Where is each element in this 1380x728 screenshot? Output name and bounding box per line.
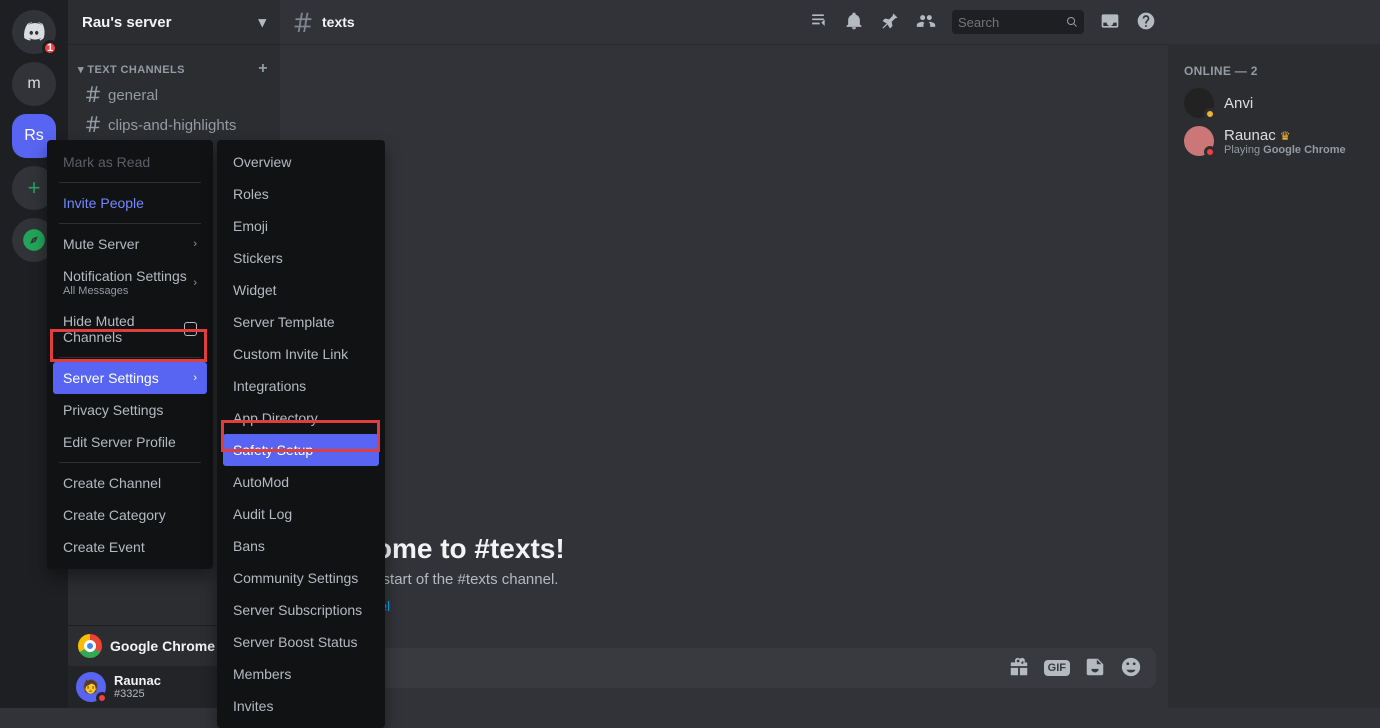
emoji-icon[interactable]: [1120, 656, 1142, 681]
server-icon-label: Rs: [24, 127, 44, 145]
member-name: Anvi: [1224, 95, 1253, 112]
ctx2-roles[interactable]: Roles: [223, 178, 379, 210]
help-icon[interactable]: [1136, 11, 1156, 34]
ctx2-automod[interactable]: AutoMod: [223, 466, 379, 498]
gif-icon[interactable]: GIF: [1044, 660, 1070, 676]
sticker-icon[interactable]: [1084, 656, 1106, 681]
server-settings-submenu: OverviewRolesEmojiStickersWidgetServer T…: [217, 140, 385, 728]
user-tag: #3325: [114, 688, 161, 700]
ctx-create-channel[interactable]: Create Channel: [53, 467, 207, 499]
ctx-mute-server[interactable]: Mute Server›: [53, 228, 207, 260]
avatar: [1184, 88, 1214, 118]
members-icon[interactable]: [916, 11, 936, 34]
chevron-down-icon: ▾: [258, 13, 266, 31]
ctx-create-category[interactable]: Create Category: [53, 499, 207, 531]
category-label: TEXT CHANNELS: [87, 64, 184, 76]
search-box[interactable]: [952, 10, 1084, 34]
gift-icon[interactable]: [1008, 656, 1030, 681]
channel-title: texts: [322, 14, 355, 30]
ctx2-server-boost-status[interactable]: Server Boost Status: [223, 626, 379, 658]
ctx2-integrations[interactable]: Integrations: [223, 370, 379, 402]
mention-badge: 1: [42, 40, 58, 56]
ctx2-server-subscriptions[interactable]: Server Subscriptions: [223, 594, 379, 626]
search-icon: [1066, 15, 1078, 29]
ctx2-app-directory[interactable]: App Directory: [223, 402, 379, 434]
server-icon-label: m: [27, 75, 40, 93]
ctx2-members[interactable]: Members: [223, 658, 379, 690]
notifications-icon[interactable]: [844, 11, 864, 34]
chat-input[interactable]: GIF: [292, 648, 1156, 688]
avatar: 🧑: [76, 672, 106, 702]
avatar: [1184, 126, 1214, 156]
member-activity: Playing Google Chrome: [1224, 144, 1346, 156]
channel-label: clips-and-highlights: [108, 117, 236, 134]
ctx2-server-template[interactable]: Server Template: [223, 306, 379, 338]
hash-icon: [292, 10, 314, 35]
activity-label: Google Chrome: [110, 638, 215, 654]
ctx2-custom-invite-link[interactable]: Custom Invite Link: [223, 338, 379, 370]
ctx2-emoji[interactable]: Emoji: [223, 210, 379, 242]
ctx-mark-as-read[interactable]: Mark as Read: [53, 146, 207, 178]
ctx-create-event[interactable]: Create Event: [53, 531, 207, 563]
ctx2-stickers[interactable]: Stickers: [223, 242, 379, 274]
ctx2-community-settings[interactable]: Community Settings: [223, 562, 379, 594]
discord-home-button[interactable]: 1: [12, 10, 56, 54]
channel-content: Welcome to #texts! This is the start of …: [280, 44, 1168, 708]
discord-logo-icon: [21, 19, 47, 45]
topbar: texts: [280, 0, 1168, 44]
ctx-hide-muted[interactable]: Hide Muted Channels: [53, 305, 207, 353]
ctx-notification-settings[interactable]: Notification SettingsAll Messages ›: [53, 260, 207, 305]
create-channel-icon[interactable]: +: [258, 60, 268, 78]
category-header[interactable]: ▾ TEXT CHANNELS +: [76, 50, 276, 80]
pinned-icon[interactable]: [880, 11, 900, 34]
ctx-edit-server-profile[interactable]: Edit Server Profile: [53, 426, 207, 458]
server-icon-m[interactable]: m: [12, 62, 56, 106]
server-header[interactable]: Rau's server ▾: [68, 0, 280, 44]
ctx-invite-people[interactable]: Invite People: [53, 187, 207, 219]
status-dnd-icon: [96, 692, 108, 704]
topbar-extension: [1168, 0, 1380, 44]
status-idle-icon: [1204, 108, 1216, 120]
channel-label: general: [108, 87, 158, 104]
threads-icon[interactable]: [808, 11, 828, 34]
member-raunac[interactable]: Raunac♛ Playing Google Chrome: [1176, 122, 1372, 160]
ctx2-bans[interactable]: Bans: [223, 530, 379, 562]
members-section-title: ONLINE — 2: [1176, 60, 1372, 84]
main-area: texts Welcome to #texts! This is the sta…: [280, 0, 1168, 708]
ctx2-invites[interactable]: Invites: [223, 690, 379, 722]
server-name: Rau's server: [82, 14, 171, 31]
ctx-server-settings[interactable]: Server Settings›: [53, 362, 207, 394]
crown-icon: ♛: [1280, 129, 1291, 143]
user-text: Raunac #3325: [114, 674, 161, 700]
ctx2-safety-setup[interactable]: Safety Setup: [223, 434, 379, 466]
topbar-right: [808, 10, 1156, 34]
inbox-icon[interactable]: [1100, 11, 1120, 34]
ctx-privacy-settings[interactable]: Privacy Settings: [53, 394, 207, 426]
compass-icon: [21, 227, 47, 253]
member-anvi[interactable]: Anvi: [1176, 84, 1372, 122]
channel-general[interactable]: general: [76, 80, 276, 110]
checkbox-icon: [184, 322, 197, 336]
member-name: Raunac♛: [1224, 127, 1346, 144]
search-input[interactable]: [958, 15, 1062, 30]
channel-clips[interactable]: clips-and-highlights: [76, 110, 276, 140]
server-context-menu: Mark as Read Invite People Mute Server› …: [47, 140, 213, 569]
ctx2-overview[interactable]: Overview: [223, 146, 379, 178]
chrome-icon: [78, 634, 102, 658]
hash-icon: [84, 114, 102, 136]
hash-icon: [84, 84, 102, 106]
user-name: Raunac: [114, 674, 161, 688]
ctx2-audit-log[interactable]: Audit Log: [223, 498, 379, 530]
ctx2-widget[interactable]: Widget: [223, 274, 379, 306]
status-dnd-icon: [1204, 146, 1216, 158]
member-list: ONLINE — 2 Anvi Raunac♛ Playing Google C…: [1168, 44, 1380, 708]
